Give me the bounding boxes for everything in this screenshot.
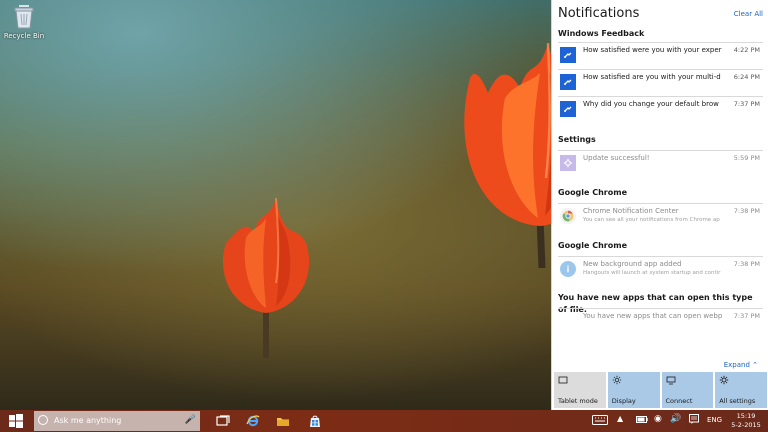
feedback-icon	[560, 47, 576, 63]
notification-item[interactable]: New background app added Hangouts will l…	[558, 256, 763, 280]
notification-time: 4:22 PM	[733, 46, 760, 54]
connect-icon	[666, 376, 675, 385]
start-button[interactable]	[0, 410, 32, 432]
notification-time: 5:59 PM	[733, 154, 760, 162]
notification-title: Update successful!	[583, 154, 650, 162]
chrome-glyph	[562, 210, 574, 222]
notification-subtitle: You can see all your notifications from …	[583, 217, 720, 223]
notification-item[interactable]: Update successful! 5:59 PM	[558, 150, 763, 174]
notification-time: 7:38 PM	[733, 260, 760, 268]
search-placeholder: Ask me anything	[54, 416, 122, 425]
gear-icon	[720, 375, 729, 385]
settings-icon	[560, 155, 576, 171]
recycle-bin-icon	[14, 5, 34, 29]
task-view-button[interactable]	[214, 412, 232, 430]
tablet-mode-icon	[558, 376, 568, 384]
system-clock[interactable]: 15:19 5-2-2015	[729, 412, 763, 430]
cortana-search-box[interactable]: Ask me anything 🎤	[34, 411, 200, 431]
quick-action-label: Tablet mode	[558, 397, 598, 405]
notification-subtitle: Hangouts will launch at system startup a…	[583, 270, 721, 276]
group-title: Windows Feedback	[558, 29, 645, 38]
notification-time: 6:24 PM	[733, 73, 760, 81]
chevron-up-icon: ⌃	[752, 361, 758, 369]
store-icon	[310, 415, 320, 427]
quick-actions: Tablet mode Display Connect All settings	[552, 372, 768, 410]
clear-all-button[interactable]: Clear All	[734, 10, 763, 18]
action-center-title: Notifications	[558, 6, 640, 21]
notification-title: Chrome Notification Center	[583, 207, 679, 215]
battery-icon[interactable]	[636, 416, 648, 423]
info-glyph	[567, 265, 569, 273]
taskbar: Ask me anything 🎤 ▲ ◉ 🔊 ENG 15:19 5-2-20…	[0, 410, 768, 432]
notification-title: How satisfied were you with your exper	[583, 46, 722, 54]
action-center-panel: Notifications Clear All Windows Feedback…	[551, 0, 768, 410]
show-hidden-icons-button[interactable]: ▲	[617, 414, 623, 423]
notification-item[interactable]: Why did you change your default brow 7:3…	[558, 96, 763, 120]
info-icon	[560, 261, 576, 277]
notification-group-google-chrome: Google Chrome Chrome Notification Center…	[558, 187, 763, 224]
notification-time: 7:37 PM	[733, 100, 760, 108]
action-center-icon[interactable]	[689, 414, 699, 424]
notification-item[interactable]: Chrome Notification Center You can see a…	[558, 203, 763, 227]
feedback-glyph	[564, 52, 572, 58]
quick-action-label: Display	[611, 397, 636, 405]
quick-action-label: Connect	[665, 397, 693, 405]
notification-item[interactable]: How satisfied were you with your exper 4…	[558, 42, 763, 66]
notification-title: How satisfied are you with your multi-d	[583, 73, 721, 81]
notification-group-google-chrome-2: Google Chrome New background app added H…	[558, 240, 763, 277]
cortana-icon	[38, 415, 48, 425]
file-explorer-icon	[277, 418, 289, 426]
quick-action-all-settings[interactable]: All settings	[715, 372, 767, 408]
internet-explorer-button[interactable]	[244, 412, 262, 430]
clock-date: 5-2-2015	[731, 421, 761, 429]
group-title: Google Chrome	[558, 241, 628, 250]
expand-label: Expand	[723, 361, 750, 369]
notification-item[interactable]: How satisfied are you with your multi-d …	[558, 69, 763, 93]
feedback-glyph	[564, 79, 572, 85]
notification-time: 7:37 PM	[733, 312, 760, 320]
notification-group-file-associations: You have new apps that can open this typ…	[558, 292, 763, 320]
action-center-header: Notifications Clear All	[558, 6, 763, 24]
notification-title: You have new apps that can open webp	[583, 312, 723, 320]
gear-glyph	[563, 158, 573, 168]
input-language-indicator[interactable]: ENG	[707, 416, 722, 424]
notification-time: 7:38 PM	[733, 207, 760, 215]
task-view-icon	[216, 415, 230, 426]
chrome-icon	[560, 208, 576, 224]
recycle-bin-shortcut[interactable]: Recycle Bin	[2, 2, 46, 46]
network-icon[interactable]: ◉	[654, 414, 662, 424]
quick-action-tablet-mode[interactable]: Tablet mode	[554, 372, 606, 408]
windows-logo-icon	[9, 414, 23, 428]
tulip-left-image	[222, 197, 310, 358]
touch-keyboard-icon[interactable]	[592, 415, 608, 425]
clock-time: 15:19	[736, 412, 756, 420]
quick-action-connect[interactable]: Connect	[661, 372, 714, 408]
group-title: Google Chrome	[558, 188, 628, 197]
notification-title: New background app added	[583, 260, 682, 268]
quick-action-label: All settings	[719, 397, 756, 405]
internet-explorer-icon	[246, 415, 260, 427]
expand-button[interactable]: Expand ⌃	[724, 361, 758, 369]
recycle-bin-label: Recycle Bin	[3, 32, 45, 40]
notification-group-settings: Settings Update successful! 5:59 PM	[558, 134, 763, 171]
file-explorer-button[interactable]	[274, 412, 292, 430]
microphone-icon[interactable]: 🎤	[185, 415, 196, 425]
quick-action-display[interactable]: Display	[607, 372, 660, 408]
notification-group-windows-feedback: Windows Feedback How satisfied were you …	[558, 28, 763, 117]
brightness-icon	[612, 375, 621, 385]
volume-icon[interactable]: 🔊	[670, 414, 681, 424]
feedback-icon	[560, 74, 576, 90]
notification-title: Why did you change your default brow	[583, 100, 719, 108]
notification-item[interactable]: You have new apps that can open webp 7:3…	[558, 308, 763, 332]
group-title: You have new apps that can open this typ…	[558, 293, 753, 314]
feedback-icon	[560, 101, 576, 117]
feedback-glyph	[564, 106, 572, 112]
store-button[interactable]	[306, 412, 324, 430]
group-title: Settings	[558, 135, 596, 144]
